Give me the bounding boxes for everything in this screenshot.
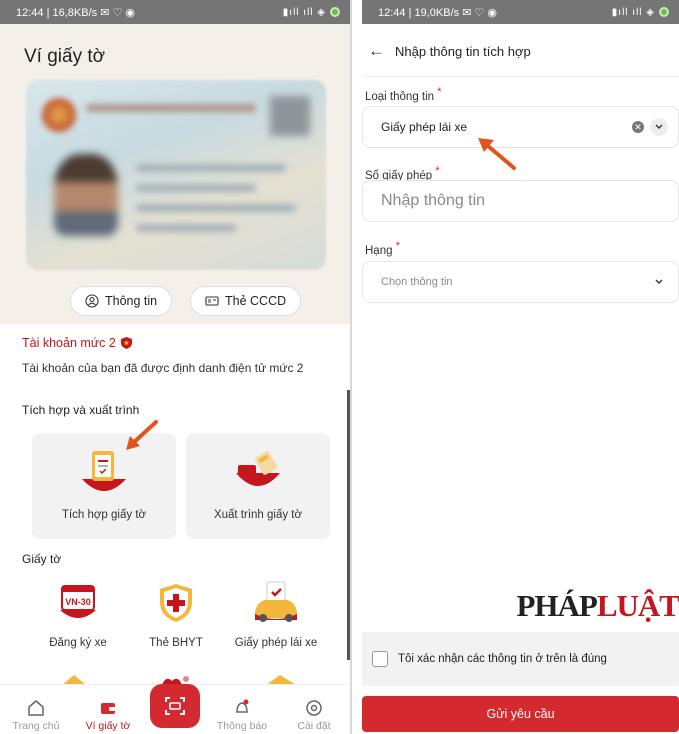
present-docs-icon [236, 451, 280, 486]
status-green-icon [659, 7, 669, 17]
id-card-icon [205, 296, 219, 306]
license-number-input[interactable]: Nhập thông tin [362, 180, 679, 222]
clear-icon[interactable]: ✕ [632, 121, 644, 133]
red-arrow-annotation [478, 138, 516, 170]
left-screen: 12:44 | 16,8KB/s ✉ ♡ ◉ ▮ıll ıll ◈ Ví giấ… [0, 0, 352, 734]
cccd-button-label: Thẻ CCCD [225, 294, 287, 308]
bottom-nav: Trang chủ Ví giấy tờ Thông báo Cài đặt [0, 684, 350, 734]
integrate-docs-label: Tích hợp giấy tờ [61, 509, 147, 521]
vehicle-plate-icon: VN-30 [60, 585, 96, 618]
nav-wallet[interactable]: Ví giấy tờ [78, 698, 138, 732]
doc-vehicle-registration[interactable]: VN-30 Đăng ký xe [28, 580, 128, 649]
present-docs-label: Xuất trình giấy tờ [213, 509, 303, 521]
home-icon [28, 700, 44, 716]
doc-health-insurance[interactable]: Thẻ BHYT [126, 580, 226, 649]
emblem-icon [42, 98, 76, 132]
present-docs-tile[interactable]: Xuất trình giấy tờ [186, 433, 330, 539]
status-bar: 12:44 | 19,0KB/s ✉ ♡ ◉ ▮ıll ıll ◈ [362, 0, 679, 24]
class-select[interactable]: Chọn thông tin [362, 261, 679, 303]
nav-notifications[interactable]: Thông báo [212, 698, 272, 732]
nav-settings[interactable]: Cài đặt [284, 698, 344, 732]
status-green-icon [330, 7, 340, 17]
documents-section-title: Giấy tờ [22, 552, 62, 566]
id-card-image[interactable] [26, 80, 326, 270]
class-label: Hạng * [365, 240, 400, 257]
account-level-title: Tài khoản mức 2 [22, 336, 328, 350]
account-level: Tài khoản mức 2 Tài khoản của bạn đã đượ… [0, 324, 350, 375]
red-arrow-annotation [126, 420, 158, 450]
info-button[interactable]: Thông tin [70, 286, 173, 316]
cccd-button[interactable]: Thẻ CCCD [190, 286, 302, 316]
status-signal: ▮ıll ıll ◈ [283, 7, 340, 18]
svg-text:VN-30: VN-30 [65, 597, 91, 607]
status-signal: ▮ıll ıll ◈ [612, 7, 669, 18]
chevron-down-icon[interactable] [650, 118, 668, 136]
scan-icon [165, 697, 185, 715]
wallet-icon [101, 703, 115, 714]
back-arrow-icon[interactable]: ← [368, 41, 385, 61]
license-number-placeholder: Nhập thông tin [381, 192, 486, 209]
confirm-text: Tôi xác nhận các thông tin ở trên là đún… [398, 653, 607, 665]
gear-icon [306, 700, 322, 716]
scrollbar[interactable] [347, 390, 350, 660]
confirm-row[interactable]: Tôi xác nhận các thông tin ở trên là đún… [362, 632, 679, 686]
status-time: 12:44 | 19,0KB/s ✉ ♡ ◉ [378, 6, 497, 19]
doc-vehicle-label: Đăng ký xe [49, 637, 107, 649]
info-type-label: Loại thông tin * [365, 86, 442, 103]
health-shield-icon [160, 584, 192, 622]
status-time: 12:44 | 16,8KB/s ✉ ♡ ◉ [16, 6, 135, 19]
nav-home[interactable]: Trang chủ [6, 698, 66, 732]
right-screen: 12:44 | 19,0KB/s ✉ ♡ ◉ ▮ıll ıll ◈ ← Nhập… [362, 0, 679, 734]
driving-license-icon [255, 581, 297, 622]
info-type-select[interactable]: Giấy phép lái xe ✕ [362, 106, 679, 148]
submit-button[interactable]: Gửi yêu cầu [362, 696, 679, 732]
wallet-header: Ví giấy tờ Thông tin Thẻ CCCD [0, 24, 350, 324]
doc-insurance-label: Thẻ BHYT [149, 637, 203, 649]
page-title: Ví giấy tờ [24, 46, 106, 67]
doc-license-label: Giấy phép lái xe [234, 637, 318, 649]
confirm-checkbox[interactable] [372, 651, 388, 667]
watermark-logo: PHÁPLUẬT [516, 588, 679, 623]
doc-driving-license[interactable]: Giấy phép lái xe [226, 580, 326, 649]
qr-code-icon [270, 96, 310, 136]
class-placeholder: Chọn thông tin [381, 276, 453, 288]
form-header: ← Nhập thông tin tích hợp [362, 24, 679, 78]
status-bar: 12:44 | 16,8KB/s ✉ ♡ ◉ ▮ıll ıll ◈ [0, 0, 350, 24]
portrait-photo [54, 154, 118, 236]
bell-icon [236, 699, 249, 713]
form-title: Nhập thông tin tích hợp [395, 43, 531, 59]
info-type-value: Giấy phép lái xe [381, 120, 468, 134]
shield-star-icon [120, 337, 132, 349]
info-button-label: Thông tin [105, 294, 158, 308]
nav-scan-button[interactable] [150, 684, 200, 728]
account-level-desc: Tài khoản của bạn đã được định danh điện… [22, 361, 304, 375]
user-icon [85, 294, 99, 308]
integrate-section-title: Tích hợp và xuất trình [22, 403, 140, 417]
chevron-down-icon[interactable] [650, 273, 668, 291]
